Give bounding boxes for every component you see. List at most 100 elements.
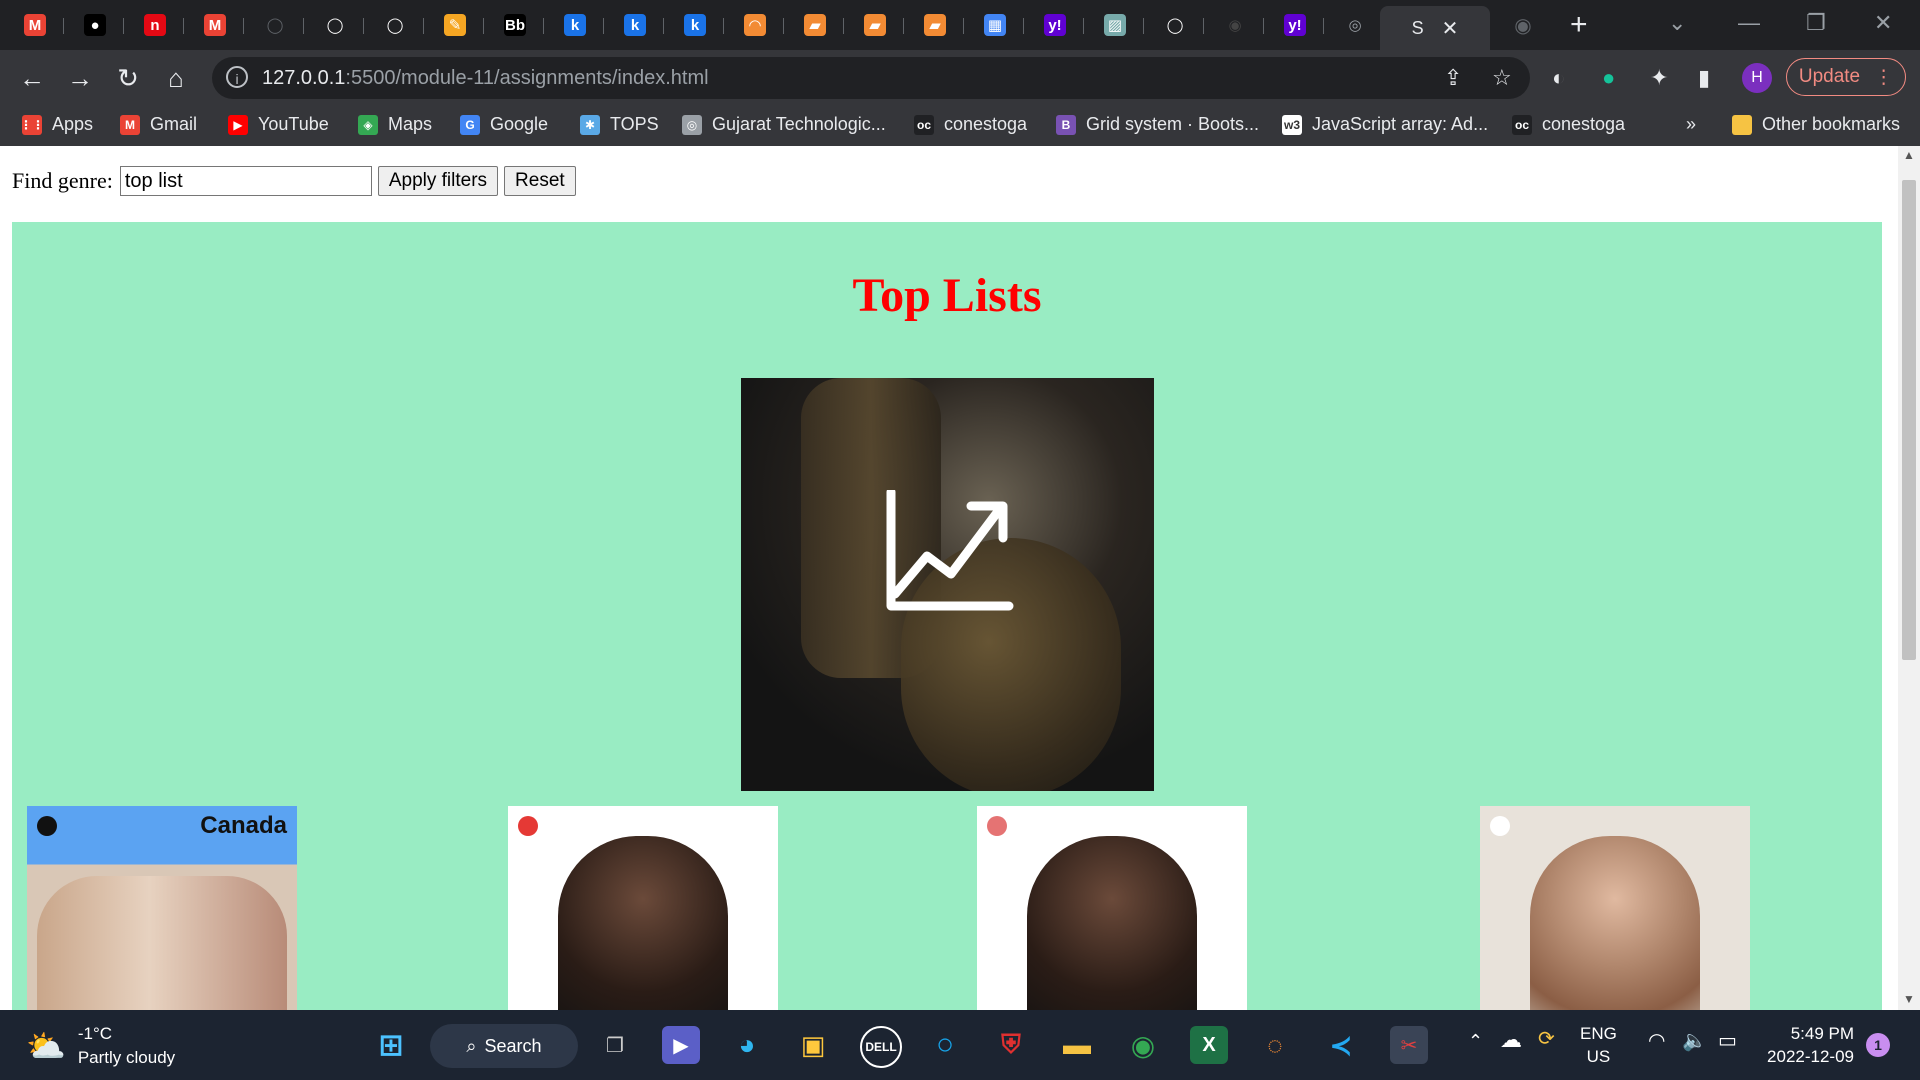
featured-playlist-image[interactable]	[741, 378, 1154, 791]
browser-tab[interactable]: ▰	[906, 8, 964, 42]
browser-tab[interactable]: ◯	[1146, 8, 1204, 42]
apply-filters-button[interactable]: Apply filters	[377, 166, 499, 196]
browser-tab[interactable]: ◉	[1206, 8, 1264, 42]
browser-tab[interactable]: k	[666, 8, 724, 42]
bookmark-item[interactable]: ▶ YouTube	[228, 114, 329, 135]
url-text[interactable]: 127.0.0.1:5500/module-11/assignments/ind…	[262, 67, 709, 90]
restore-button[interactable]: ❐	[1806, 10, 1826, 36]
show-hidden-icons-chevron-icon[interactable]: ⌃	[1468, 1030, 1483, 1053]
bookmark-label: Gujarat Technologic...	[712, 114, 886, 134]
browser-tab[interactable]: M	[186, 8, 244, 42]
cortana-icon[interactable]: ○	[926, 1026, 964, 1064]
bookmark-item[interactable]: M Gmail	[120, 114, 197, 135]
notification-badge[interactable]: 1	[1866, 1033, 1890, 1057]
bookmark-item[interactable]: ⋮⋮ Apps	[20, 114, 93, 135]
tab-search-chevron-icon[interactable]: ⌄	[1668, 10, 1686, 36]
bookmark-item[interactable]: ◎ Gujarat Technologic...	[682, 114, 886, 135]
reload-button[interactable]: ↻	[112, 62, 144, 94]
address-bar[interactable]: i 127.0.0.1:5500/module-11/assignments/i…	[212, 57, 1530, 99]
playlist-card[interactable]	[1480, 806, 1750, 1010]
share-icon[interactable]: ⇪	[1444, 65, 1462, 91]
browser-tab[interactable]: ✎	[426, 8, 484, 42]
task-view-icon[interactable]: ❐	[596, 1026, 634, 1064]
playlist-card[interactable]	[508, 806, 778, 1010]
scroll-up-arrow-icon[interactable]: ▲	[1903, 148, 1915, 162]
browser-tab[interactable]: ◯	[246, 8, 304, 42]
browser-tab[interactable]: n	[126, 8, 184, 42]
browser-tab[interactable]: k	[546, 8, 604, 42]
file-explorer-icon[interactable]: ▬	[1058, 1026, 1096, 1064]
other-bookmarks-folder[interactable]: Other bookmarks	[1732, 114, 1900, 135]
microsoft-store-icon[interactable]: ▣	[794, 1026, 832, 1064]
browser-tab[interactable]: ◯	[306, 8, 364, 42]
bookmark-star-icon[interactable]: ☆	[1492, 65, 1512, 91]
close-window-button[interactable]: ✕	[1874, 10, 1892, 36]
extensions-puzzle-icon[interactable]: ✦	[1650, 65, 1668, 91]
browser-tab[interactable]: ▰	[786, 8, 844, 42]
playlist-card[interactable]: Canada	[27, 806, 297, 1010]
new-tab-button[interactable]: +	[1570, 10, 1588, 40]
vscode-icon[interactable]: ≺	[1322, 1026, 1360, 1064]
browser-tab[interactable]: k	[606, 8, 664, 42]
forward-button[interactable]: →	[64, 62, 96, 94]
browser-tab[interactable]: Bb	[486, 8, 544, 42]
volume-muted-icon[interactable]: 🔈	[1682, 1030, 1707, 1053]
browser-tab[interactable]: ●	[66, 8, 124, 42]
pencil-icon: ✎	[444, 14, 466, 36]
bookmarks-overflow-button[interactable]: »	[1686, 114, 1696, 135]
dell-icon[interactable]: DELL	[860, 1026, 902, 1068]
browser-tab[interactable]: ◎	[1326, 8, 1384, 42]
browser-tab[interactable]: ◯	[366, 8, 424, 42]
site-info-icon[interactable]: i	[226, 66, 248, 88]
edge-browser-icon[interactable]: ◕	[728, 1026, 766, 1064]
minimize-button[interactable]: —	[1738, 10, 1760, 36]
browser-tab[interactable]: ◠	[726, 8, 784, 42]
wifi-icon[interactable]: ◠	[1648, 1030, 1665, 1053]
bookmark-item[interactable]: ✱ TOPS	[580, 114, 659, 135]
mcafee-shield-icon[interactable]: ⛨	[992, 1026, 1030, 1064]
jupyter-icon[interactable]: ◌	[1256, 1026, 1294, 1064]
excel-icon[interactable]: X	[1190, 1026, 1228, 1064]
browser-tab[interactable]: ▨	[1086, 8, 1144, 42]
browser-tab[interactable]: M	[6, 8, 64, 42]
taskbar-search-button[interactable]: ⌕ Search	[430, 1024, 578, 1068]
bookmark-item[interactable]: B Grid system · Boots...	[1056, 114, 1259, 135]
onedrive-cloud-icon[interactable]: ☁	[1500, 1028, 1522, 1051]
back-button[interactable]: ←	[16, 62, 48, 94]
battery-icon[interactable]: ▭	[1718, 1030, 1737, 1053]
genre-search-input[interactable]	[119, 166, 372, 196]
browser-tab[interactable]: y!	[1266, 8, 1324, 42]
profile-avatar[interactable]: H	[1742, 63, 1772, 93]
browser-tab[interactable]: ▰	[846, 8, 904, 42]
bookmark-item[interactable]: oc conestoga	[914, 114, 1027, 135]
browser-tab-active[interactable]: S ✕	[1380, 6, 1490, 50]
reset-button[interactable]: Reset	[504, 166, 576, 196]
bookmark-item[interactable]: w3 JavaScript array: Ad...	[1282, 114, 1488, 135]
grammarly-icon[interactable]: ●	[1602, 65, 1615, 91]
scroll-down-arrow-icon[interactable]: ▼	[1903, 992, 1915, 1006]
teams-chat-icon[interactable]: ▶	[662, 1026, 700, 1064]
browser-tab[interactable]: y!	[1026, 8, 1084, 42]
clock[interactable]: 5:49 PM 2022-12-09	[1756, 1022, 1854, 1068]
bookmark-item[interactable]: oc conestoga	[1512, 114, 1625, 135]
playlist-card[interactable]	[977, 806, 1247, 1010]
update-button[interactable]: Update ⋮	[1786, 58, 1906, 96]
scrollbar-thumb[interactable]	[1902, 180, 1916, 660]
extension-camera-icon[interactable]: ◐	[1552, 65, 1565, 91]
bookmark-item[interactable]: ◈ Maps	[358, 114, 432, 135]
home-button[interactable]: ⌂	[160, 62, 192, 94]
browser-tab[interactable]: ◉	[1494, 8, 1552, 42]
page-scrollbar[interactable]: ▲ ▼	[1898, 146, 1920, 1010]
snipping-tool-icon[interactable]: ✂	[1390, 1026, 1428, 1064]
maps-pin-icon: ◈	[358, 114, 378, 135]
bookmark-item[interactable]: G Google	[460, 114, 548, 135]
chrome-icon[interactable]: ◉	[1124, 1026, 1162, 1064]
browser-tab[interactable]: ▦	[966, 8, 1024, 42]
close-tab-icon[interactable]: ✕	[1442, 16, 1459, 41]
sync-icon[interactable]: ⟳	[1538, 1028, 1555, 1051]
side-panel-icon[interactable]: ▮	[1698, 65, 1710, 91]
tab-separator	[1143, 18, 1144, 34]
weather-widget[interactable]: ⛅ -1°C Partly cloudy	[26, 1022, 175, 1070]
windows-start-icon[interactable]: ⊞	[372, 1026, 410, 1064]
language-indicator[interactable]: ENG US	[1580, 1022, 1617, 1068]
